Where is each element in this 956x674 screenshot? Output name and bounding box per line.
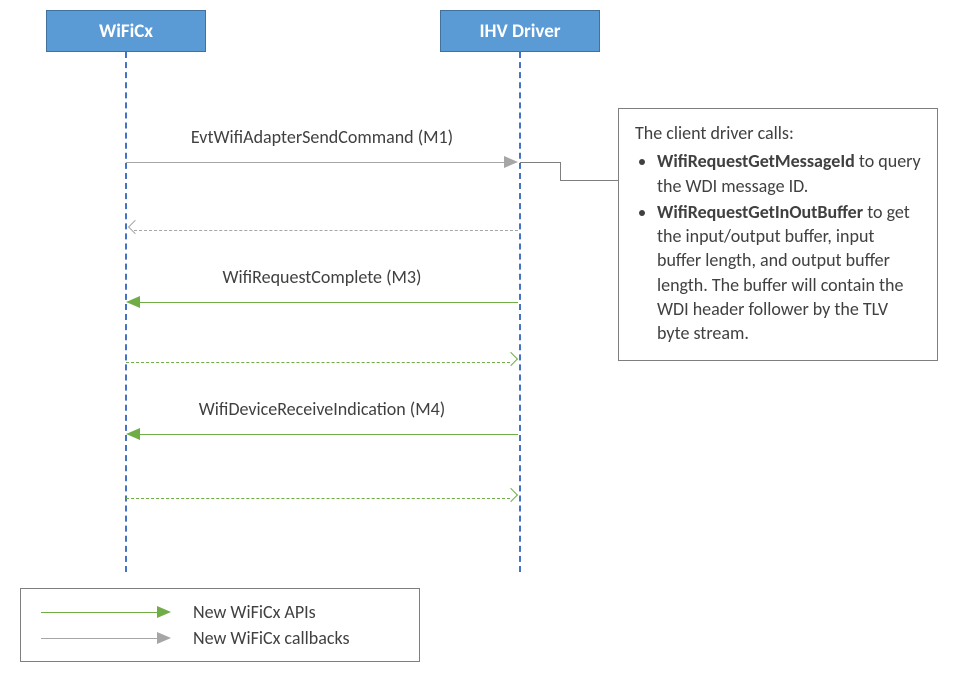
arrow-head-icon — [157, 632, 171, 644]
message-m1: EvtWifiAdapterSendCommand (M1) — [126, 150, 518, 178]
message-m1-return — [126, 218, 518, 246]
legend-apis-label: New WiFiCx APIs — [193, 601, 316, 623]
legend-arrow-green — [41, 602, 171, 622]
arrow-line — [41, 638, 157, 639]
note-item-2: WifiRequestGetInOutBuffer to get the inp… — [657, 200, 921, 346]
message-m3-label: WifiRequestComplete (M3) — [126, 266, 518, 288]
note-list: WifiRequestGetMessageId to query the WDI… — [635, 149, 921, 345]
arrow-line — [134, 230, 518, 231]
arrow-head-icon — [126, 428, 140, 440]
message-m1-label: EvtWifiAdapterSendCommand (M1) — [126, 126, 518, 148]
message-m4-label: WifiDeviceReceiveIndication (M4) — [126, 398, 518, 420]
arrow-head-icon — [504, 488, 518, 502]
note-item-1: WifiRequestGetMessageId to query the WDI… — [657, 149, 921, 198]
arrow-line — [126, 162, 504, 163]
arrow-line — [140, 302, 518, 303]
message-m3-return — [126, 350, 518, 378]
legend-row-callbacks: New WiFiCx callbacks — [41, 625, 401, 651]
lifeline-ihv-driver — [519, 52, 521, 572]
message-m4: WifiDeviceReceiveIndication (M4) — [126, 422, 518, 450]
note-item-2-bold: WifiRequestGetInOutBuffer — [657, 201, 863, 223]
arrow-line — [126, 498, 510, 499]
legend-row-apis: New WiFiCx APIs — [41, 599, 401, 625]
participant-ihv-driver: IHV Driver — [440, 10, 600, 52]
note-connector-drop — [560, 162, 561, 180]
message-m4-return — [126, 486, 518, 514]
participant-ihv-driver-label: IHV Driver — [479, 20, 560, 43]
arrow-line — [41, 612, 157, 613]
legend-callbacks-label: New WiFiCx callbacks — [193, 627, 350, 649]
note-box: The client driver calls: WifiRequestGetM… — [618, 108, 938, 361]
message-m3: WifiRequestComplete (M3) — [126, 290, 518, 318]
note-connector-h2 — [560, 180, 618, 181]
participant-wificx: WiFiCx — [46, 10, 206, 52]
legend: New WiFiCx APIs New WiFiCx callbacks — [20, 588, 420, 662]
arrow-head-icon — [504, 156, 518, 168]
participant-wificx-label: WiFiCx — [99, 20, 153, 43]
legend-arrow-gray — [41, 628, 171, 648]
arrow-head-icon — [504, 352, 518, 366]
arrow-head-icon — [126, 296, 140, 308]
note-connector-h1 — [520, 162, 560, 163]
arrow-line — [126, 362, 510, 363]
arrow-head-icon — [157, 606, 171, 618]
arrow-head-icon — [128, 220, 142, 234]
note-item-1-bold: WifiRequestGetMessageId — [657, 150, 855, 172]
arrow-line — [140, 434, 518, 435]
note-intro: The client driver calls: — [635, 121, 921, 145]
